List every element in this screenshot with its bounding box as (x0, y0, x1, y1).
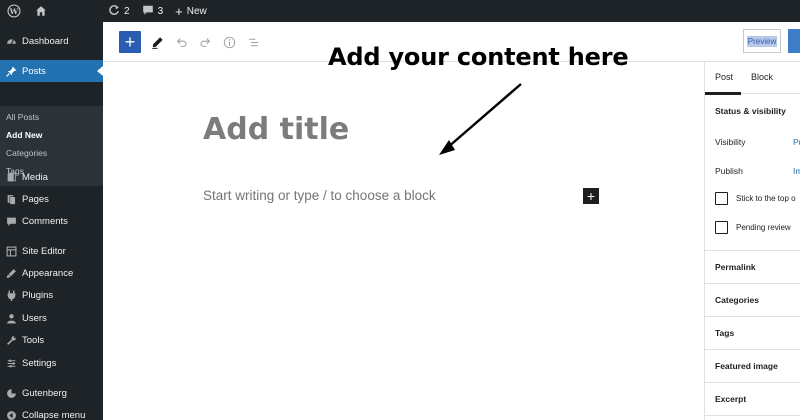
pencil-icon[interactable] (148, 33, 166, 51)
updates-button[interactable]: 2 (102, 0, 136, 22)
settings-tabs: Post Block (705, 62, 800, 95)
svg-text:W: W (9, 7, 19, 16)
redo-icon[interactable] (196, 33, 214, 51)
pending-review-checkbox[interactable] (715, 221, 728, 234)
users-icon (0, 313, 22, 324)
sidebar-item-dashboard[interactable]: Dashboard (0, 30, 103, 52)
media-icon (0, 172, 22, 183)
panel-title: Tags (715, 328, 735, 338)
sidebar-item-label: Tools (22, 334, 45, 346)
sidebar-item-plugins[interactable]: Plugins (0, 284, 103, 306)
collapse-menu-button[interactable]: Collapse menu (0, 404, 103, 420)
collapse-icon (0, 410, 22, 420)
stick-to-top-label: Stick to the top o (736, 194, 796, 203)
publish-button[interactable] (788, 29, 800, 53)
sidebar-item-tools[interactable]: Tools (0, 329, 103, 351)
list-view-icon[interactable] (244, 33, 262, 51)
pending-review-label: Pending review (736, 223, 791, 232)
block-placeholder[interactable]: Start writing or type / to choose a bloc… (203, 188, 436, 203)
comments-icon (0, 216, 22, 227)
sidebar-item-media[interactable]: Media (0, 166, 103, 188)
sidebar-item-label: Collapse menu (22, 409, 86, 420)
panel-title: Permalink (715, 262, 756, 272)
status-visibility-title[interactable]: Status & visibility (715, 106, 786, 116)
sidebar-item-label: Appearance (22, 267, 74, 279)
sidebar-item-site-editor[interactable]: Site Editor (0, 240, 103, 262)
sidebar-item-label: Gutenberg (22, 387, 67, 399)
panel-featured-image[interactable]: Featured image (705, 350, 800, 383)
comment-icon (142, 4, 154, 19)
submenu-categories[interactable]: Categories (6, 148, 47, 158)
admin-bar: W 2 3 + New (0, 0, 800, 22)
add-block-button[interactable]: + (119, 31, 141, 53)
pin-icon (0, 66, 22, 77)
sidebar-item-label: Pages (22, 193, 49, 205)
panel-excerpt[interactable]: Excerpt (705, 383, 800, 416)
panel-title: Categories (715, 295, 759, 305)
comments-button[interactable]: 3 (136, 0, 170, 22)
site-editor-icon (0, 246, 22, 257)
home-icon[interactable] (30, 0, 52, 22)
sidebar-item-label: Comments (22, 215, 68, 227)
sidebar-item-gutenberg[interactable]: Gutenberg (0, 382, 103, 404)
new-content-button[interactable]: + New (169, 0, 213, 22)
sidebar-item-comments[interactable]: Comments (0, 210, 103, 232)
sidebar-item-appearance[interactable]: Appearance (0, 262, 103, 284)
stick-to-top-row[interactable]: Stick to the top o (715, 192, 796, 205)
admin-sidebar: Dashboard Posts All Posts Add New Catego… (0, 22, 103, 420)
panel-tags[interactable]: Tags (705, 317, 800, 350)
undo-icon[interactable] (172, 33, 190, 51)
tools-icon (0, 335, 22, 346)
updates-count: 2 (124, 5, 130, 17)
tab-block[interactable]: Block (751, 72, 773, 82)
settings-icon (0, 358, 22, 369)
sidebar-item-posts[interactable]: Posts (0, 60, 103, 82)
sidebar-item-label: Site Editor (22, 245, 66, 257)
gutenberg-icon (0, 388, 22, 399)
stick-to-top-checkbox[interactable] (715, 192, 728, 205)
plus-icon: + (175, 3, 183, 19)
sidebar-item-label: Settings (22, 357, 57, 369)
submenu-add-new[interactable]: Add New (6, 130, 42, 140)
new-label: New (186, 5, 207, 17)
visibility-value[interactable]: Pu (793, 137, 800, 147)
panel-title: Featured image (715, 361, 778, 371)
sidebar-item-users[interactable]: Users (0, 307, 103, 329)
sidebar-item-label: Users (22, 312, 47, 324)
pages-icon (0, 194, 22, 205)
settings-sidebar: Post Block Status & visibility Visibilit… (704, 62, 800, 420)
panel-permalink[interactable]: Permalink (705, 251, 800, 284)
inline-add-block-button[interactable]: + (583, 188, 599, 204)
annotation-arrow (439, 83, 522, 155)
preview-label: Preview (746, 35, 778, 47)
sidebar-item-label: Plugins (22, 289, 54, 301)
sidebar-item-pages[interactable]: Pages (0, 188, 103, 210)
preview-button[interactable]: Preview (743, 29, 781, 53)
appearance-icon (0, 268, 22, 279)
sidebar-item-settings[interactable]: Settings (0, 352, 103, 374)
visibility-label: Visibility (715, 137, 746, 147)
wordpress-logo-icon[interactable]: W (2, 0, 26, 22)
plugins-icon (0, 290, 22, 301)
pending-review-row[interactable]: Pending review (715, 221, 791, 234)
panel-categories[interactable]: Categories (705, 284, 800, 317)
post-title-input[interactable]: Add title (203, 112, 349, 147)
refresh-icon (108, 4, 120, 19)
submenu-all-posts[interactable]: All Posts (6, 112, 39, 122)
publish-label: Publish (715, 166, 743, 176)
sidebar-item-label: Posts (22, 65, 46, 77)
publish-value[interactable]: Im (793, 166, 800, 176)
sidebar-item-label: Media (22, 171, 48, 183)
dashboard-icon (0, 36, 22, 47)
sidebar-item-label: Dashboard (22, 35, 69, 47)
editor-canvas[interactable]: Add your content here Add title Start wr… (103, 43, 704, 420)
info-icon[interactable] (220, 33, 238, 51)
tab-post[interactable]: Post (705, 72, 742, 95)
comments-count: 3 (157, 5, 164, 17)
panel-title: Excerpt (715, 394, 747, 404)
